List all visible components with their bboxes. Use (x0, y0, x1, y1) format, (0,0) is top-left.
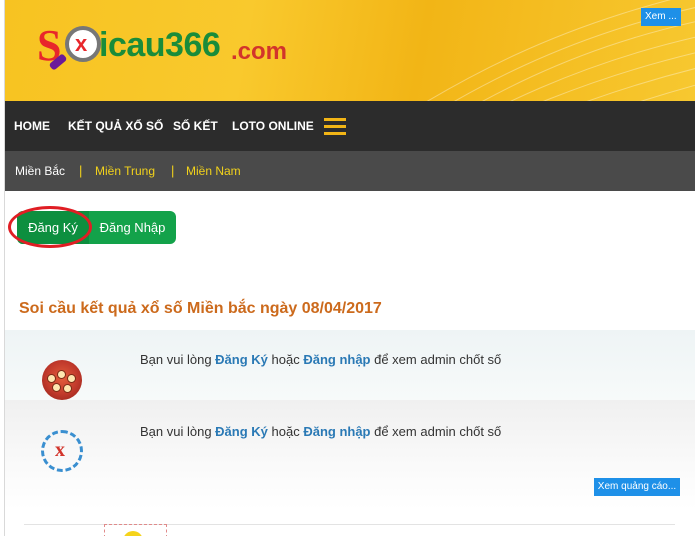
subnav-item-mien-trung[interactable]: Miền Trung (95, 151, 155, 191)
view-ad-button[interactable]: Xem quảng cáo... (594, 478, 680, 496)
logo-domain-suffix: .com (231, 38, 288, 65)
magnifier-icon: x (65, 26, 101, 62)
nav-item-loto-online[interactable]: LOTO ONLINE (232, 101, 314, 151)
swap-x-letter: x (55, 439, 65, 461)
list-item: Bạn vui lòng Đăng Ký hoặc Đăng nhập để x… (5, 330, 695, 400)
nav-item-home[interactable]: HOME (14, 101, 50, 151)
login-prompt-text: Bạn vui lòng Đăng Ký hoặc Đăng nhập để x… (140, 424, 501, 439)
subnav-item-mien-nam[interactable]: Miền Nam (186, 151, 241, 191)
login-prompt-text: Bạn vui lòng Đăng Ký hoặc Đăng nhập để x… (140, 352, 501, 367)
register-link[interactable]: Đăng Ký (215, 424, 268, 439)
register-link[interactable]: Đăng Ký (215, 352, 268, 367)
prompt-suffix: để xem admin chốt số (370, 424, 502, 439)
prompt-middle: hoặc (267, 424, 304, 439)
site-logo[interactable]: S x icau366 .com (35, 18, 305, 80)
site-header: S x icau366 .com Xem ... (5, 0, 695, 101)
logo-wordmark: icau366 (99, 26, 221, 64)
auth-button-group: Đăng Ký Đăng Nhập (17, 211, 176, 244)
main-nav: HOME KẾT QUẢ XỔ SỐ SỐ KẾT LOTO ONLINE (5, 101, 695, 151)
nav-item-lottery-results[interactable]: KẾT QUẢ XỔ SỐ (68, 101, 163, 151)
hamburger-icon[interactable] (324, 118, 346, 135)
header-ad-button[interactable]: Xem ... (641, 8, 681, 26)
subnav-separator: | (171, 163, 175, 178)
subnav-item-mien-bac[interactable]: Miền Bắc (15, 151, 65, 191)
region-subnav: Miền Bắc | Miền Trung | Miền Nam (5, 151, 695, 191)
login-button[interactable]: Đăng Nhập (89, 211, 176, 244)
swap-x-icon: x (41, 430, 83, 472)
prompt-suffix: để xem admin chốt số (370, 352, 502, 367)
lottery-globe-icon (42, 360, 82, 400)
page-left-border (0, 0, 5, 536)
prompt-middle: hoặc (267, 352, 304, 367)
subnav-separator: | (79, 163, 83, 178)
thumbnail-image[interactable] (104, 524, 167, 536)
list-item: x Bạn vui lòng Đăng Ký hoặc Đăng nhập để… (5, 400, 695, 510)
register-button[interactable]: Đăng Ký (17, 211, 89, 244)
nav-item-so-ket[interactable]: SỐ KẾT (173, 101, 218, 151)
logo-letter-x: x (75, 31, 88, 56)
prompt-prefix: Bạn vui lòng (140, 424, 216, 439)
prompt-prefix: Bạn vui lòng (140, 352, 216, 367)
login-link[interactable]: Đăng nhập (303, 352, 370, 367)
page-title: Soi cầu kết quả xổ số Miền bắc ngày 08/0… (19, 300, 382, 317)
sun-icon (123, 531, 143, 536)
login-link[interactable]: Đăng nhập (303, 424, 370, 439)
